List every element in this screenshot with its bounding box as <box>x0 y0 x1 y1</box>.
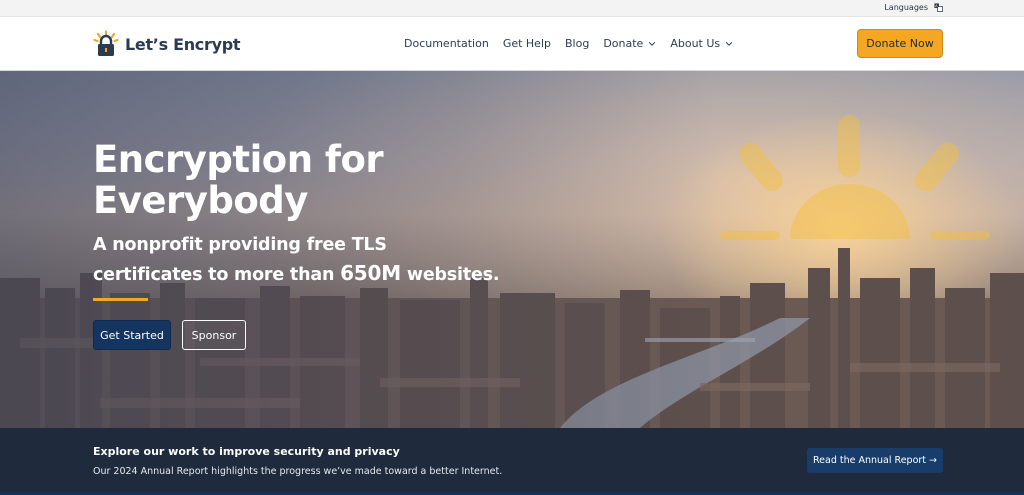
padlock-sun-logo-icon <box>93 30 119 58</box>
nav-donate-dropdown[interactable]: Donate <box>603 37 656 50</box>
annual-report-banner: Explore our work to improve security and… <box>0 428 1024 495</box>
nav-documentation-label: Documentation <box>404 37 489 50</box>
nav-blog-label: Blog <box>565 37 590 50</box>
main-navbar: Let’s Encrypt Documentation Get Help Blo… <box>0 17 1024 71</box>
donate-now-button[interactable]: Donate Now <box>857 29 943 58</box>
nav-links: Documentation Get Help Blog Donate About… <box>404 37 747 50</box>
brand-name: Let’s Encrypt <box>125 34 241 54</box>
sponsor-button[interactable]: Sponsor <box>182 320 246 350</box>
nav-documentation[interactable]: Documentation <box>404 37 489 50</box>
chevron-down-icon <box>649 41 656 46</box>
hero-title-line-2: Everybody <box>93 179 308 222</box>
nav-blog[interactable]: Blog <box>565 37 589 50</box>
hero-subtitle-text-a: certificates to more than <box>93 265 341 285</box>
hero-subtitle-count: 650M <box>340 261 401 285</box>
hero-accent-rule <box>93 298 148 301</box>
hero-section: Encryption for Everybody A nonprofit pro… <box>0 71 1024 428</box>
brand-home-link[interactable]: Let’s Encrypt <box>93 25 241 63</box>
nav-get-help[interactable]: Get Help <box>503 37 551 50</box>
hero-subtitle-text-c: websites. <box>400 265 500 285</box>
hero-title: Encryption for Everybody <box>93 139 513 221</box>
chevron-down-icon <box>725 41 733 46</box>
hero-subtitle-line-2: certificates to more than 650M websites. <box>93 259 533 289</box>
banner-text: Our 2024 Annual Report highlights the pr… <box>93 466 503 477</box>
translate-icon: A <box>934 3 943 12</box>
hero-title-line-1: Encryption for <box>93 138 384 181</box>
languages-label: Languages <box>884 3 928 12</box>
languages-link[interactable]: Languages A <box>884 3 943 12</box>
hero-subtitle-line-1: A nonprofit providing free TLS <box>93 235 387 255</box>
get-started-button[interactable]: Get Started <box>93 320 171 350</box>
nav-about-us-dropdown[interactable]: About Us <box>670 37 733 50</box>
hero-subtitle: A nonprofit providing free TLS certifica… <box>93 231 533 289</box>
banner-title: Explore our work to improve security and… <box>93 445 400 458</box>
read-annual-report-button[interactable]: Read the Annual Report → <box>807 448 943 473</box>
utility-bar: Languages A <box>0 0 1024 17</box>
nav-get-help-label: Get Help <box>502 37 551 50</box>
nav-about-us-label: About Us <box>670 37 721 50</box>
nav-donate-label: Donate <box>603 37 644 50</box>
